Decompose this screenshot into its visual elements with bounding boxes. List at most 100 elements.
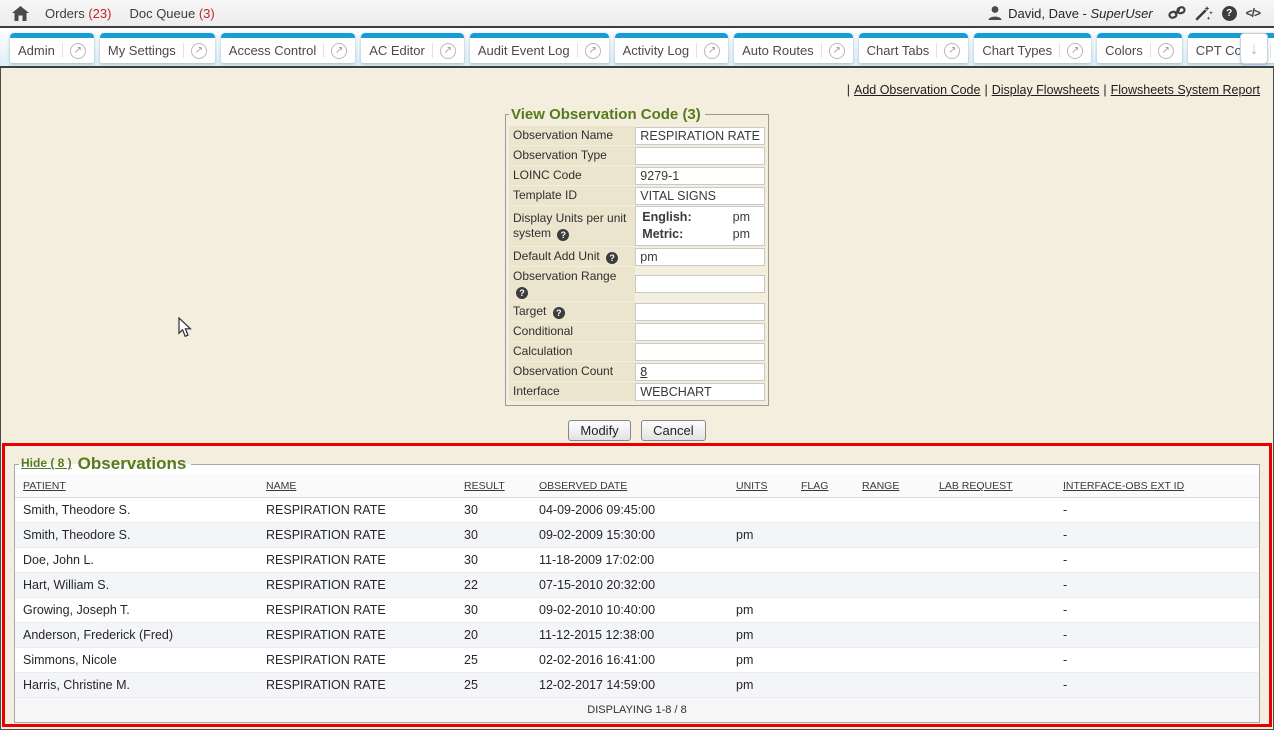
quick-link-add-observation-code[interactable]: Add Observation Code bbox=[854, 83, 980, 97]
external-link-icon[interactable]: ↗ bbox=[440, 43, 456, 59]
button-row: Modify Cancel bbox=[0, 420, 1274, 441]
column-header-lab-request[interactable]: LAB REQUEST bbox=[931, 474, 1055, 498]
tab-ac-editor[interactable]: AC Editor↗ bbox=[361, 33, 464, 63]
column-header-label: OBSERVED DATE bbox=[539, 480, 627, 492]
external-link-icon[interactable]: ↗ bbox=[944, 43, 960, 59]
table-cell bbox=[854, 573, 931, 598]
tab-body: Chart Tabs↗ bbox=[859, 38, 969, 63]
table-cell: 09-02-2010 10:40:00 bbox=[531, 598, 728, 623]
table-cell bbox=[931, 498, 1055, 523]
table-cell: 09-02-2009 15:30:00 bbox=[531, 523, 728, 548]
column-header-interface-obs-ext-id[interactable]: INTERFACE-OBS EXT ID bbox=[1055, 474, 1259, 498]
external-link-icon[interactable]: ↗ bbox=[1158, 43, 1174, 59]
link-icon[interactable] bbox=[1168, 5, 1186, 21]
tab-divider bbox=[936, 43, 937, 58]
tab-label: Activity Log bbox=[623, 43, 689, 58]
help-icon[interactable]: ? bbox=[516, 287, 528, 299]
table-row: Growing, Joseph T.RESPIRATION RATE3009-0… bbox=[15, 598, 1259, 623]
tab-body: Chart Types↗ bbox=[974, 38, 1091, 63]
table-cell bbox=[793, 673, 854, 698]
external-link-icon[interactable]: ↗ bbox=[331, 43, 347, 59]
help-icon[interactable]: ? bbox=[557, 229, 569, 241]
view-panel-title: View Observation Code (3) bbox=[509, 106, 705, 123]
topbar-link-orders[interactable]: Orders (23) bbox=[45, 6, 111, 21]
table-cell bbox=[854, 523, 931, 548]
cancel-button[interactable]: Cancel bbox=[641, 420, 705, 441]
hide-link[interactable]: Hide ( 8 ) bbox=[21, 456, 72, 470]
tab-activity-log[interactable]: Activity Log ↗ bbox=[615, 33, 728, 63]
topbar-link-doc-queue[interactable]: Doc Queue (3) bbox=[129, 6, 214, 21]
field-label: Conditional bbox=[509, 322, 635, 341]
help-icon[interactable]: ? bbox=[606, 252, 618, 264]
table-cell bbox=[931, 673, 1055, 698]
observations-body: Smith, Theodore S.RESPIRATION RATE3004-0… bbox=[15, 498, 1259, 698]
wand-icon[interactable] bbox=[1195, 5, 1213, 21]
tab-my-settings[interactable]: My Settings↗ bbox=[100, 33, 215, 63]
external-link-icon[interactable]: ↗ bbox=[829, 43, 845, 59]
tab-colors[interactable]: Colors↗ bbox=[1097, 33, 1182, 63]
external-link-icon[interactable]: ↗ bbox=[191, 43, 207, 59]
table-row: Simmons, NicoleRESPIRATION RATE2502-02-2… bbox=[15, 648, 1259, 673]
quick-link-display-flowsheets[interactable]: Display Flowsheets bbox=[992, 83, 1100, 97]
field-value-box bbox=[635, 323, 765, 341]
tab-access-control[interactable]: Access Control↗ bbox=[221, 33, 355, 63]
field-value-box: RESPIRATION RATE bbox=[635, 127, 765, 145]
table-cell bbox=[793, 573, 854, 598]
table-cell bbox=[793, 523, 854, 548]
field-row: Conditional bbox=[509, 322, 765, 341]
observations-table: PATIENTNAMERESULT OBSERVED DATE UNITS FLAG R… bbox=[15, 474, 1259, 722]
quick-link-separator: | bbox=[847, 83, 850, 97]
column-header-name[interactable]: NAME bbox=[258, 474, 456, 498]
field-row: Observation Count8 bbox=[509, 362, 765, 381]
table-cell bbox=[793, 648, 854, 673]
tab-divider bbox=[183, 43, 184, 58]
table-cell: 25 bbox=[456, 673, 531, 698]
code-icon[interactable]: </> bbox=[1246, 6, 1260, 20]
table-cell: - bbox=[1055, 573, 1259, 598]
user-identity[interactable]: David, Dave - SuperUser bbox=[987, 5, 1153, 21]
table-cell bbox=[854, 498, 931, 523]
column-header-range[interactable]: RANGE bbox=[854, 474, 931, 498]
field-value-box: 9279-1 bbox=[635, 167, 765, 185]
unit-line: English:pm bbox=[642, 209, 750, 226]
table-cell bbox=[728, 548, 793, 573]
home-icon[interactable] bbox=[12, 6, 29, 21]
external-link-icon[interactable]: ↗ bbox=[704, 43, 720, 59]
table-cell: - bbox=[1055, 498, 1259, 523]
quick-link-separator: | bbox=[984, 83, 987, 97]
top-bar-right: David, Dave - SuperUser ? </> bbox=[987, 5, 1264, 21]
external-link-icon[interactable]: ↗ bbox=[1067, 43, 1083, 59]
tab-overflow-down-icon[interactable]: ↓ bbox=[1240, 33, 1268, 64]
modify-button[interactable]: Modify bbox=[568, 420, 630, 441]
unit-system-values: English:pmMetric:pm bbox=[635, 206, 765, 246]
column-header-label: INTERFACE-OBS EXT ID bbox=[1063, 480, 1184, 492]
external-link-icon[interactable]: ↗ bbox=[70, 43, 86, 59]
user-name: David, Dave - SuperUser bbox=[1008, 6, 1153, 21]
table-cell: 22 bbox=[456, 573, 531, 598]
column-header-result[interactable]: RESULT bbox=[456, 474, 531, 498]
tab-audit-event-log[interactable]: Audit Event Log↗ bbox=[470, 33, 609, 63]
user-icon bbox=[987, 5, 1003, 21]
table-cell: RESPIRATION RATE bbox=[258, 648, 456, 673]
table-row: Anderson, Frederick (Fred)RESPIRATION RA… bbox=[15, 623, 1259, 648]
observation-count-link[interactable]: 8 bbox=[640, 365, 647, 379]
external-link-icon[interactable]: ↗ bbox=[585, 43, 601, 59]
column-header-flag[interactable]: FLAG bbox=[793, 474, 854, 498]
column-header-label: FLAG bbox=[801, 480, 828, 492]
column-header-observed-date[interactable]: OBSERVED DATE bbox=[531, 474, 728, 498]
column-header-units[interactable]: UNITS bbox=[728, 474, 793, 498]
table-cell: 02-02-2016 16:41:00 bbox=[531, 648, 728, 673]
column-header-patient[interactable]: PATIENT bbox=[15, 474, 258, 498]
field-label: Template ID bbox=[509, 186, 635, 205]
help-icon[interactable]: ? bbox=[1222, 6, 1237, 21]
tab-chart-tabs[interactable]: Chart Tabs↗ bbox=[859, 33, 969, 63]
tab-chart-types[interactable]: Chart Types↗ bbox=[974, 33, 1091, 63]
table-cell bbox=[793, 623, 854, 648]
tab-auto-routes[interactable]: Auto Routes↗ bbox=[734, 33, 853, 63]
field-value-box bbox=[635, 275, 765, 293]
tab-admin[interactable]: Admin↗ bbox=[10, 33, 94, 63]
paging-status: DISPLAYING 1-8 / 8 bbox=[15, 698, 1259, 723]
help-icon[interactable]: ? bbox=[553, 307, 565, 319]
quick-link-flowsheets-system-report[interactable]: Flowsheets System Report bbox=[1111, 83, 1260, 97]
table-cell bbox=[931, 648, 1055, 673]
